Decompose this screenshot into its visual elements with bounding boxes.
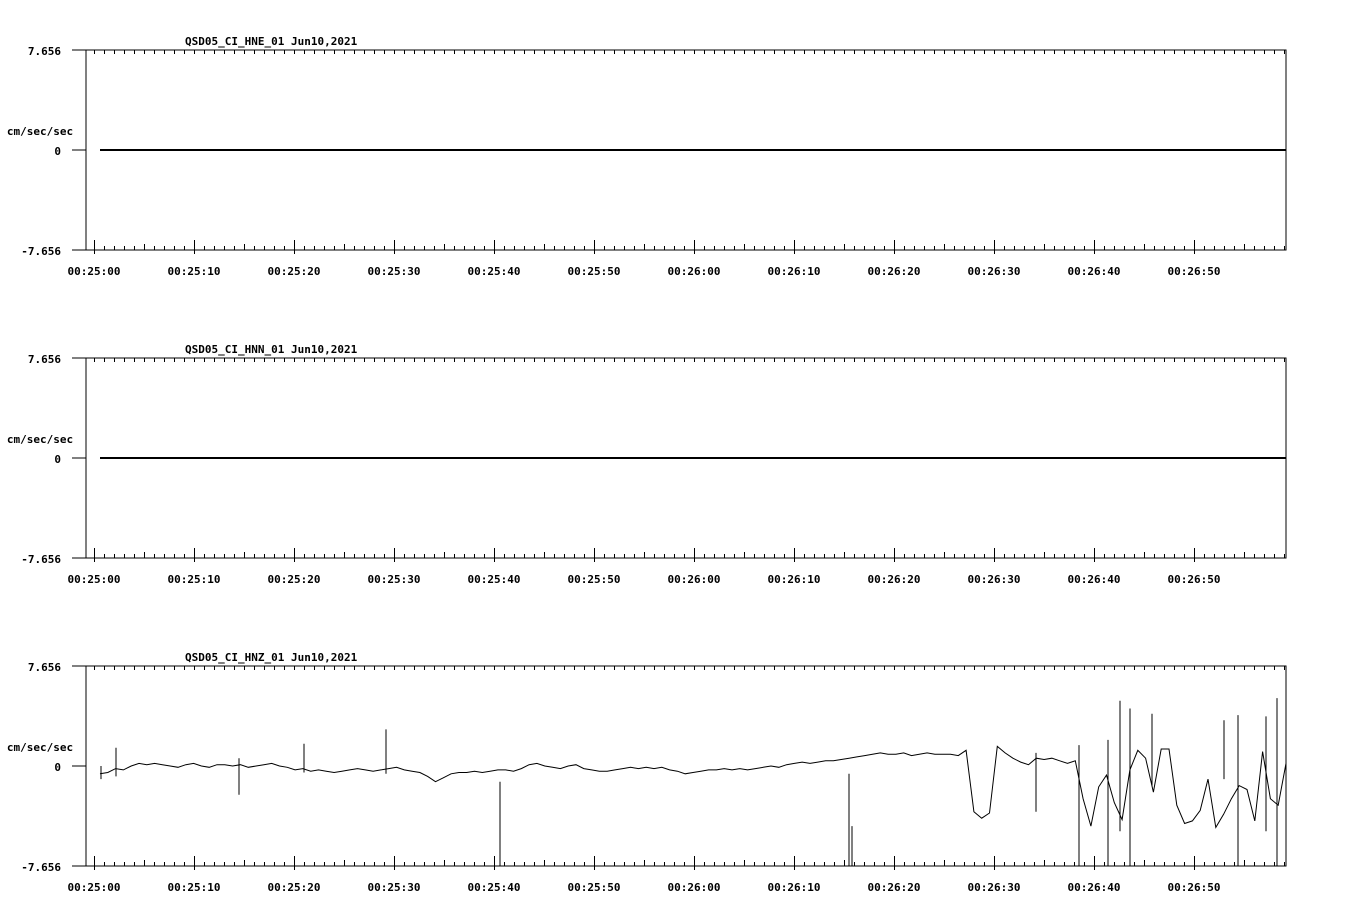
plot-frame	[85, 665, 1287, 867]
chart-title: QSD05_CI_HNN_01 Jun10,2021	[185, 343, 358, 356]
x-tick-label: 00:25:30	[368, 573, 421, 586]
x-tick-label: 00:26:40	[1068, 881, 1121, 894]
x-tick-label: 00:25:40	[468, 573, 521, 586]
x-tick-label: 00:26:10	[768, 573, 821, 586]
x-tick-label: 00:25:50	[568, 265, 621, 278]
x-tick-label: 00:25:50	[568, 881, 621, 894]
x-tick-label: 00:25:00	[68, 573, 121, 586]
x-tick-label: 00:26:00	[668, 573, 721, 586]
x-tick-label: 00:26:30	[968, 265, 1021, 278]
y-axis-label: cm/sec/sec	[7, 433, 73, 446]
y-axis-label: cm/sec/sec	[7, 741, 73, 754]
x-tick-label: 00:25:30	[368, 265, 421, 278]
x-tick-label: 00:25:40	[468, 265, 521, 278]
x-tick-label: 00:26:10	[768, 881, 821, 894]
x-tick-label: 00:26:30	[968, 881, 1021, 894]
x-tick-label: 00:25:20	[268, 573, 321, 586]
seismogram-figure: QSD05_CI_HNE_01 Jun10,2021 cm/sec/sec 7.65…	[7, 35, 1287, 894]
x-tick-label: 00:26:40	[1068, 573, 1121, 586]
chart-panel-2: QSD05_CI_HNN_01 Jun10,2021 cm/sec/sec 7.65…	[7, 343, 1287, 586]
chart-title: QSD05_CI_HNE_01 Jun10,2021	[185, 35, 358, 48]
y-tick-label: 7.656	[28, 661, 61, 674]
y-tick-label: -7.656	[21, 553, 61, 566]
x-tick-label: 00:25:10	[168, 573, 221, 586]
y-tick-label: -7.656	[21, 861, 61, 874]
y-axis-label: cm/sec/sec	[7, 125, 73, 138]
y-tick-label: 0	[54, 453, 61, 466]
x-tick-label: 00:26:00	[668, 881, 721, 894]
x-tick-label: 00:25:10	[168, 265, 221, 278]
x-tick-label: 00:25:50	[568, 573, 621, 586]
x-tick-label: 00:25:20	[268, 881, 321, 894]
x-tick-label: 00:26:50	[1168, 265, 1221, 278]
x-tick-label: 00:25:10	[168, 881, 221, 894]
chart-title: QSD05_CI_HNZ_01 Jun10,2021	[185, 651, 358, 664]
x-tick-label: 00:26:10	[768, 265, 821, 278]
x-tick-label: 00:25:20	[268, 265, 321, 278]
x-tick-label: 00:25:30	[368, 881, 421, 894]
x-tick-label: 00:25:40	[468, 881, 521, 894]
y-tick-label: 7.656	[28, 45, 61, 58]
x-tick-label: 00:26:20	[868, 881, 921, 894]
x-tick-label: 00:26:20	[868, 265, 921, 278]
x-tick-label: 00:26:30	[968, 573, 1021, 586]
y-tick-label: 0	[54, 145, 61, 158]
chart-panel-1: QSD05_CI_HNE_01 Jun10,2021 cm/sec/sec 7.65…	[7, 35, 1287, 278]
y-tick-label: 0	[54, 761, 61, 774]
x-tick-label: 00:26:50	[1168, 573, 1221, 586]
x-tick-label: 00:25:00	[68, 881, 121, 894]
x-tick-label: 00:26:40	[1068, 265, 1121, 278]
x-tick-label: 00:26:50	[1168, 881, 1221, 894]
x-tick-label: 00:26:00	[668, 265, 721, 278]
x-tick-label: 00:25:00	[68, 265, 121, 278]
y-tick-label: -7.656	[21, 245, 61, 258]
chart-panel-3: QSD05_CI_HNZ_01 Jun10,2021 cm/sec/sec 7.65…	[7, 651, 1287, 894]
x-tick-label: 00:26:20	[868, 573, 921, 586]
y-tick-label: 7.656	[28, 353, 61, 366]
